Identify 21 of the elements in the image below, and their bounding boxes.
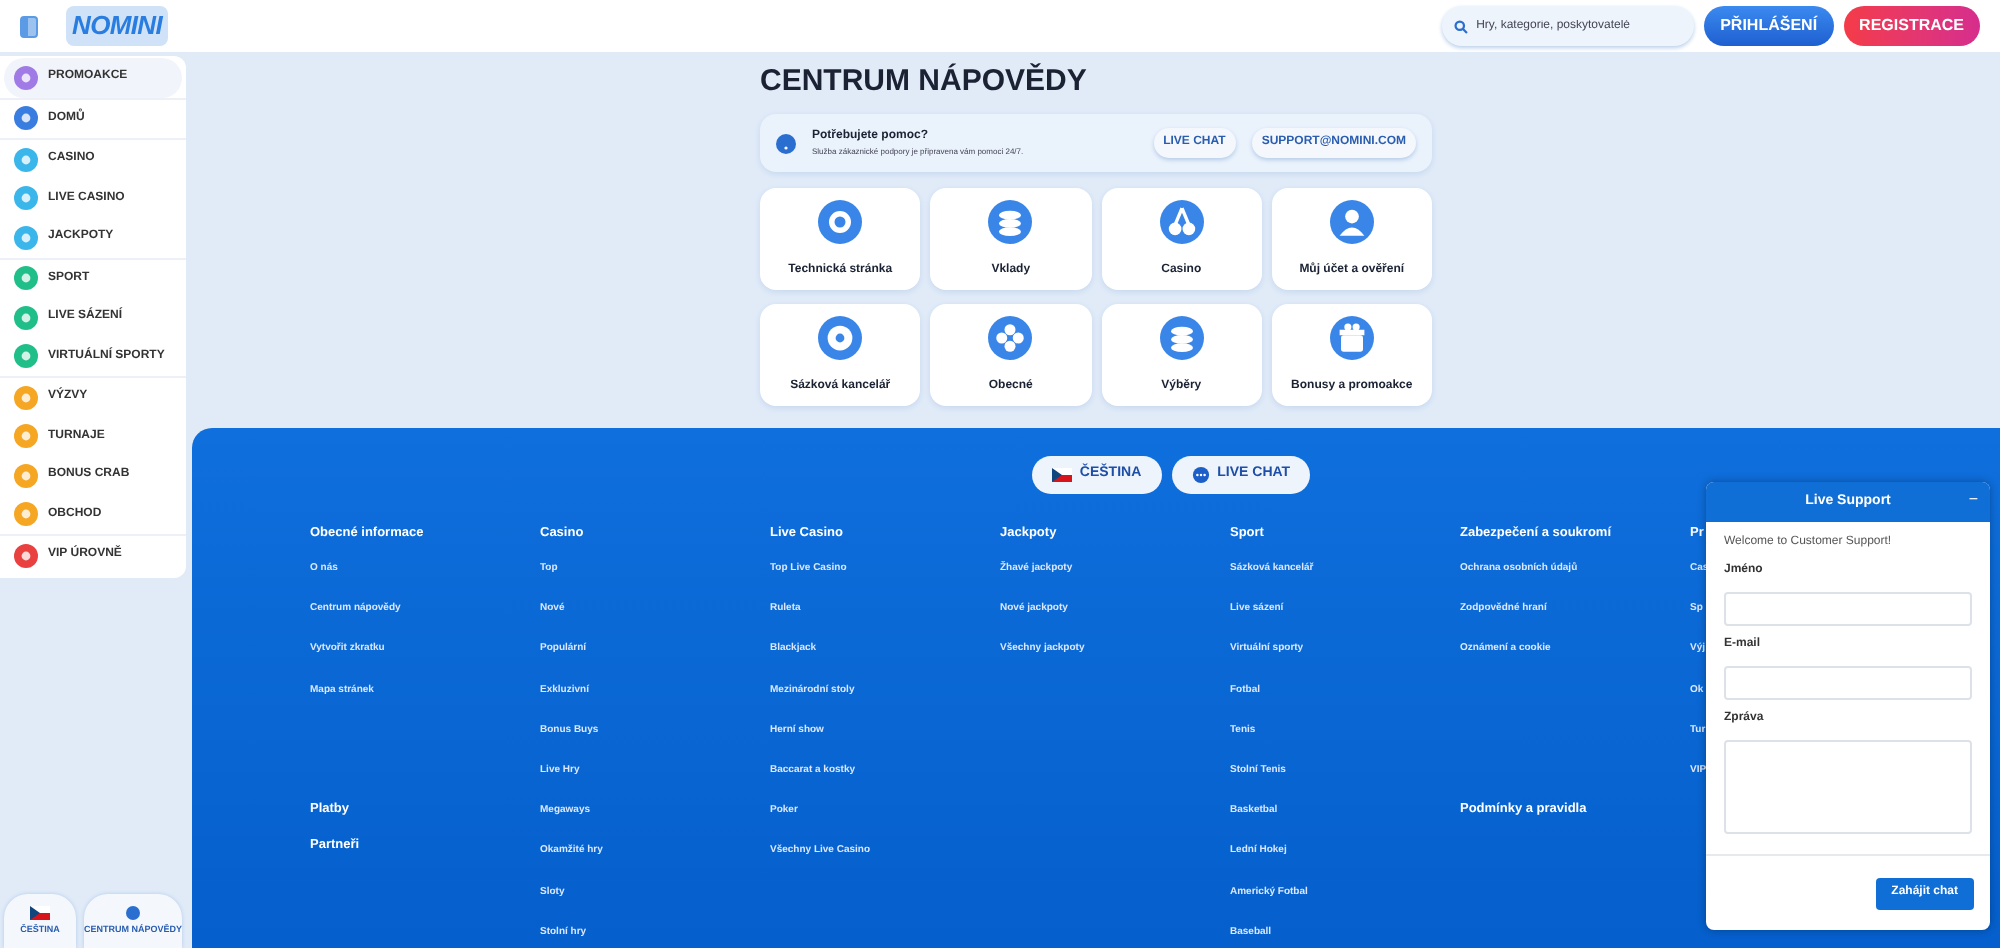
- login-button[interactable]: PŘIHLÁŠENÍ: [1704, 6, 1834, 46]
- page-title: CENTRUM NÁPOVĚDY: [760, 61, 1089, 102]
- gift-icon: [1329, 316, 1374, 360]
- czech-flag-icon: [29, 905, 50, 920]
- ball-icon: [818, 316, 863, 360]
- minimize-button[interactable]: −: [1968, 488, 1978, 512]
- text-field[interactable]: [1724, 592, 1972, 626]
- clover-icon: [988, 316, 1033, 360]
- search-icon: [1454, 19, 1469, 33]
- coins-icon: [988, 200, 1033, 244]
- chat-icon: [1191, 466, 1210, 484]
- czech-flag-icon: [1051, 468, 1072, 482]
- cherries-icon: [1159, 200, 1204, 244]
- coins-icon: [1159, 316, 1204, 360]
- user-icon: [1329, 200, 1374, 244]
- logo[interactable]: NOMINI: [66, 6, 168, 46]
- text-field[interactable]: [1724, 666, 1972, 700]
- message-field[interactable]: [1724, 740, 1972, 834]
- register-button[interactable]: REGISTRACE: [1843, 6, 1980, 46]
- sidebar-toggle-icon[interactable]: [20, 15, 38, 37]
- gear-icon: [818, 200, 863, 244]
